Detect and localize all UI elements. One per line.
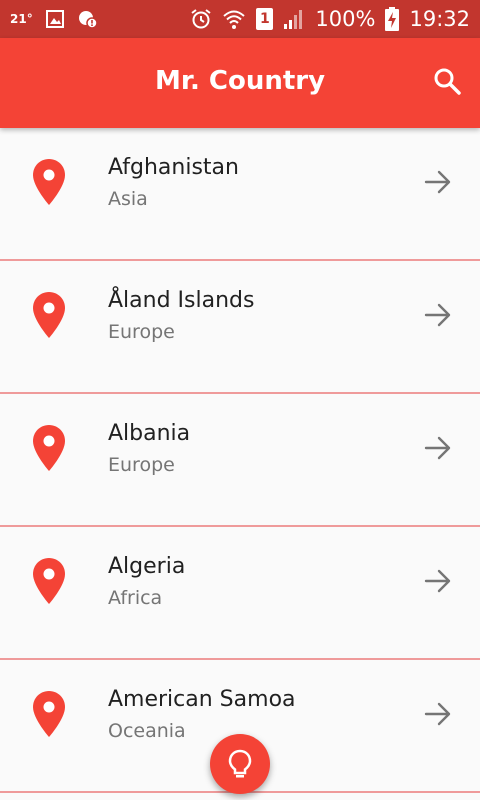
country-row[interactable]: Algeria Africa: [0, 527, 480, 660]
location-pin-icon: [33, 558, 65, 604]
arrow-right-icon[interactable]: [424, 700, 452, 728]
battery-percentage: 100%: [315, 7, 376, 31]
arrow-right-icon[interactable]: [424, 168, 452, 196]
country-row[interactable]: Åland Islands Europe: [0, 261, 480, 394]
status-bar: 21° 1 100% 19:32: [0, 0, 480, 38]
country-region: Asia: [108, 188, 148, 210]
alarm-icon: [191, 9, 212, 29]
country-region: Oceania: [108, 720, 186, 742]
gallery-notification-icon: [45, 10, 64, 28]
country-name: Afghanistan: [108, 155, 239, 180]
status-bar-right: 1 100% 19:32: [190, 7, 470, 31]
status-bar-left: 21°: [10, 8, 99, 30]
wifi-icon: [223, 10, 246, 29]
arrow-right-icon[interactable]: [424, 434, 452, 462]
location-pin-icon: [33, 292, 65, 338]
tip-fab-button[interactable]: [210, 734, 270, 794]
app-title: Mr. Country: [154, 66, 326, 96]
country-region: Europe: [108, 454, 175, 476]
arrow-right-icon[interactable]: [424, 301, 452, 329]
app-bar: Mr. Country: [0, 38, 480, 128]
country-name: Albania: [108, 421, 191, 446]
location-pin-icon: [33, 159, 65, 205]
clock: 19:32: [409, 7, 470, 31]
cellular-signal-icon: [284, 10, 303, 29]
battery-charging-icon: [385, 7, 400, 31]
country-name: Algeria: [108, 554, 186, 579]
temperature-indicator: 21°: [10, 12, 33, 26]
country-row[interactable]: Albania Europe: [0, 394, 480, 527]
country-name: American Samoa: [108, 687, 296, 712]
weather-notification-icon: [78, 11, 98, 29]
sim-card-icon: 1: [256, 8, 274, 30]
lightbulb-icon: [228, 749, 252, 778]
country-list: Afghanistan Asia Åland Islands Europe Albani…: [0, 128, 480, 793]
sim-slot-number: 1: [260, 11, 270, 27]
country-row[interactable]: Afghanistan Asia: [0, 128, 480, 261]
search-icon: [434, 68, 461, 95]
search-button[interactable]: [428, 62, 466, 100]
location-pin-icon: [33, 425, 65, 471]
location-pin-icon: [33, 691, 65, 737]
country-region: Europe: [108, 321, 175, 343]
country-region: Africa: [108, 587, 163, 609]
country-name: Åland Islands: [108, 288, 255, 313]
arrow-right-icon[interactable]: [424, 567, 452, 595]
